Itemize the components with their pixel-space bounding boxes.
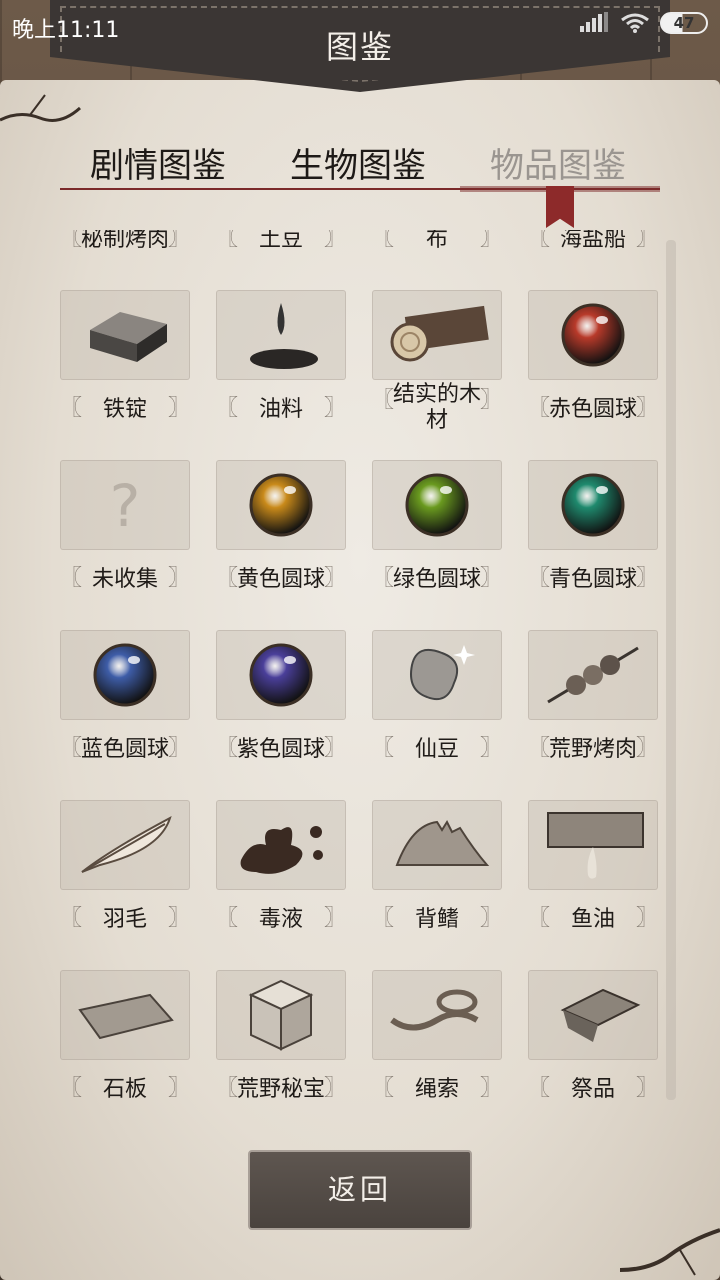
fish-oil-icon[interactable] (528, 800, 658, 890)
item-cell[interactable]: 绳索 (372, 970, 504, 1100)
status-bar: 晚上11:11 47 (0, 0, 720, 52)
item-label: 赤色圆球 (528, 390, 658, 430)
feather-icon[interactable] (60, 800, 190, 890)
item-cell[interactable]: 荒野烤肉 (528, 630, 660, 790)
tab-items[interactable]: 物品图鉴 (490, 138, 626, 187)
item-cell[interactable]: 结实的木材 (372, 290, 504, 450)
item-cell[interactable]: ? 未收集 (60, 460, 192, 620)
item-label: 布 (372, 230, 502, 260)
skewer-icon[interactable] (528, 630, 658, 720)
item-cell[interactable]: 仙豆 (372, 630, 504, 790)
item-label: 秘制烤肉 (60, 230, 190, 260)
item-cell[interactable]: 油料 (216, 290, 348, 450)
item-cell[interactable]: 羽毛 (60, 800, 192, 960)
item-cell[interactable]: 鱼油 (528, 800, 660, 960)
item-grid-viewport[interactable]: 秘制烤肉土豆布海盐船铁锭油料结实的木材 赤色圆球? 未收集 黄色圆球 绿色圆球 青… (60, 230, 670, 1100)
offering-icon[interactable] (528, 970, 658, 1060)
item-cell[interactable]: 铁锭 (60, 290, 192, 450)
item-label: 羽毛 (60, 900, 190, 940)
item-label: 结实的木材 (372, 382, 502, 433)
treasure-box-icon[interactable] (216, 970, 346, 1060)
item-cell[interactable]: 祭品 (528, 970, 660, 1100)
yellow-orb-icon[interactable] (216, 460, 346, 550)
item-cell[interactable]: 荒野秘宝 (216, 970, 348, 1100)
item-cell[interactable]: 毒液 (216, 800, 348, 960)
cyan-orb-icon[interactable] (528, 460, 658, 550)
item-cell[interactable]: 赤色圆球 (528, 290, 660, 450)
green-orb-icon[interactable] (372, 460, 502, 550)
back-button[interactable]: 返回 (248, 1150, 472, 1230)
item-label: 未收集 (60, 560, 190, 600)
item-label: 祭品 (528, 1070, 658, 1100)
wifi-icon (621, 13, 649, 33)
item-cell[interactable]: 背鳍 (372, 800, 504, 960)
tab-story[interactable]: 剧情图鉴 (90, 138, 226, 187)
item-label: 鱼油 (528, 900, 658, 940)
status-time: 晚上11:11 (12, 18, 120, 43)
svg-text:?: ? (110, 472, 141, 540)
item-cell[interactable]: 石板 (60, 970, 192, 1100)
item-cell[interactable]: 青色圆球 (528, 460, 660, 620)
item-label: 土豆 (216, 230, 346, 260)
item-label: 毒液 (216, 900, 346, 940)
rope-icon[interactable] (372, 970, 502, 1060)
oil-drop-icon[interactable] (216, 290, 346, 380)
item-cell[interactable]: 秘制烤肉 (60, 230, 192, 280)
tab-bar: 剧情图鉴 生物图鉴 物品图鉴 (60, 138, 660, 190)
item-label: 青色圆球 (528, 560, 658, 600)
question-mark-icon[interactable]: ? (60, 460, 190, 550)
item-label: 荒野烤肉 (528, 730, 658, 770)
item-label: 仙豆 (372, 730, 502, 770)
item-cell[interactable]: 布 (372, 230, 504, 280)
venom-splash-icon[interactable] (216, 800, 346, 890)
item-label: 油料 (216, 390, 346, 430)
item-label: 绿色圆球 (372, 560, 502, 600)
iron-ingot-icon[interactable] (60, 290, 190, 380)
item-label: 绳索 (372, 1070, 502, 1100)
scrollbar[interactable] (666, 240, 676, 1100)
blue-orb-icon[interactable] (60, 630, 190, 720)
tab-creature[interactable]: 生物图鉴 (290, 138, 426, 187)
item-cell[interactable]: 紫色圆球 (216, 630, 348, 790)
red-orb-icon[interactable] (528, 290, 658, 380)
item-cell[interactable]: 黄色圆球 (216, 460, 348, 620)
item-label: 石板 (60, 1070, 190, 1100)
stone-slab-icon[interactable] (60, 970, 190, 1060)
item-label: 铁锭 (60, 390, 190, 430)
item-label: 荒野秘宝 (216, 1070, 346, 1100)
signal-icon (580, 12, 610, 34)
item-label: 黄色圆球 (216, 560, 346, 600)
item-label: 蓝色圆球 (60, 730, 190, 770)
item-label: 紫色圆球 (216, 730, 346, 770)
item-label: 海盐船 (528, 230, 658, 260)
fin-icon[interactable] (372, 800, 502, 890)
item-cell[interactable]: 土豆 (216, 230, 348, 280)
item-cell[interactable]: 蓝色圆球 (60, 630, 192, 790)
purple-orb-icon[interactable] (216, 630, 346, 720)
bean-icon[interactable] (372, 630, 502, 720)
item-cell[interactable]: 海盐船 (528, 230, 660, 280)
battery-icon: 47 (660, 12, 708, 34)
wood-log-icon[interactable] (372, 290, 502, 380)
item-label: 背鳍 (372, 900, 502, 940)
item-cell[interactable]: 绿色圆球 (372, 460, 504, 620)
branch-decoration (619, 1228, 720, 1276)
